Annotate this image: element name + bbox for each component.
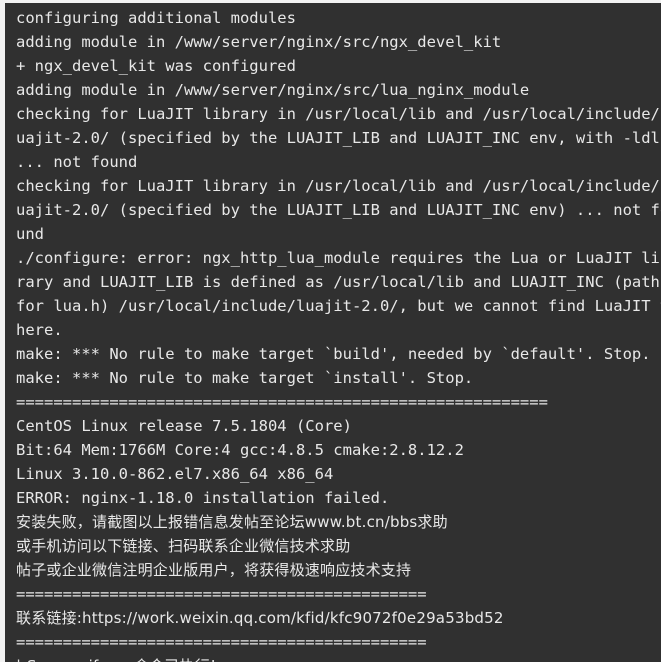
- terminal-line: uajit-2.0/ (specified by the LUAJIT_LIB …: [16, 201, 661, 219]
- terminal-line: |-Successify --- 命令已执行! ---: [16, 654, 661, 662]
- terminal-line: uajit-2.0/ (specified by the LUAJIT_LIB …: [16, 129, 661, 147]
- terminal-line: und: [16, 225, 44, 243]
- terminal-line: ========================================…: [16, 393, 548, 411]
- terminal-screen[interactable]: configuring additional modules adding mod…: [5, 3, 661, 662]
- terminal-line: adding module in /www/server/nginx/src/n…: [16, 33, 502, 51]
- terminal-line: CentOS Linux release 7.5.1804 (Core): [16, 417, 352, 435]
- terminal-line: ERROR: nginx-1.18.0 installation failed.: [16, 489, 390, 507]
- terminal-line: for lua.h) /usr/local/include/luajit-2.0…: [16, 297, 661, 315]
- terminal-line: rary and LUAJIT_LIB is defined as /usr/l…: [16, 273, 660, 291]
- terminal-line: ./configure: error: ngx_http_lua_module …: [16, 249, 661, 267]
- terminal-line: checking for LuaJIT library in /usr/loca…: [16, 105, 661, 123]
- terminal-line: make: *** No rule to make target `instal…: [16, 369, 474, 387]
- terminal-line: Linux 3.10.0-862.el7.x86_64 x86_64: [16, 465, 334, 483]
- terminal-line: 帖子或企业微信注明企业版用户，将获得极速响应技术支持: [16, 561, 412, 579]
- terminal-line: 或手机访问以下链接、扫码联系企业微信技术求助: [16, 537, 351, 555]
- terminal-line: 联系链接:https://work.weixin.qq.com/kfid/kfc…: [16, 609, 504, 627]
- terminal-line: 安装失败，请截图以上报错信息发帖至论坛www.bt.cn/bbs求助: [16, 513, 448, 531]
- terminal-line: configuring additional modules: [16, 9, 296, 27]
- terminal-line: ========================================…: [16, 585, 427, 603]
- terminal-line: checking for LuaJIT library in /usr/loca…: [16, 177, 661, 195]
- terminal-line: ========================================…: [16, 633, 427, 651]
- terminal-output-log: configuring additional modules adding mod…: [16, 6, 661, 662]
- terminal-line: + ngx_devel_kit was configured: [16, 57, 296, 75]
- terminal-line: make: *** No rule to make target `build'…: [16, 345, 651, 363]
- terminal-line: Bit:64 Mem:1766M Core:4 gcc:4.8.5 cmake:…: [16, 441, 464, 459]
- terminal-line: ... not found: [16, 153, 138, 171]
- terminal-window: configuring additional modules adding mod…: [0, 0, 661, 662]
- terminal-line: here.: [16, 321, 63, 339]
- terminal-line: adding module in /www/server/nginx/src/l…: [16, 81, 530, 99]
